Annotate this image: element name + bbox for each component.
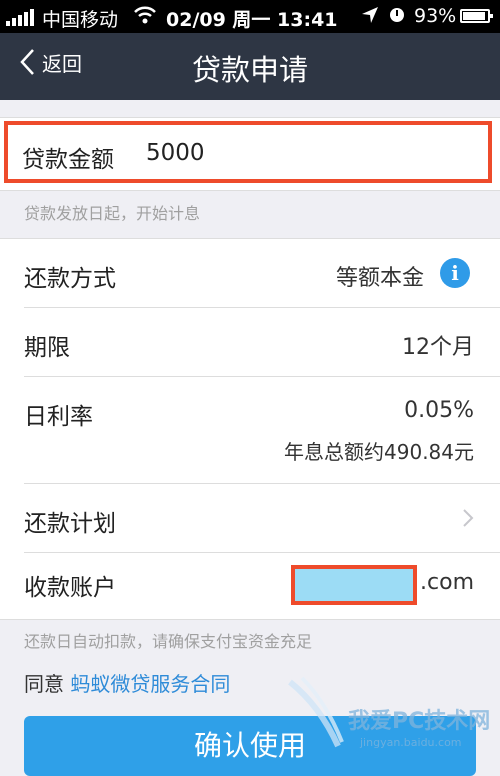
page-title: 贷款申请 <box>191 53 308 87</box>
watermark: 我爱PC技术网 jingyan.baidu.com <box>286 676 496 754</box>
amount-label: 贷款金额 <box>22 147 114 173</box>
account-suffix: .com <box>420 570 474 595</box>
battery-percent: 93% <box>414 5 457 27</box>
repayment-plan-row[interactable]: 还款计划 <box>0 484 500 552</box>
receiving-account-row: 收款账户 .com <box>0 553 500 619</box>
watermark-logo-icon: 我爱PC技术网 jingyan.baidu.com <box>288 676 490 749</box>
repayment-method-label: 还款方式 <box>24 266 116 292</box>
repayment-plan-label: 还款计划 <box>24 511 116 537</box>
daily-rate-value: 0.05% <box>404 398 474 423</box>
repayment-method-row[interactable]: 还款方式 等额本金 i <box>0 239 500 307</box>
amount-input[interactable]: 5000 <box>146 140 205 166</box>
term-label: 期限 <box>24 335 70 361</box>
wifi-icon <box>134 6 156 29</box>
masked-account-box <box>291 565 417 605</box>
info-icon[interactable]: i <box>440 258 470 288</box>
status-bar: 中国移动 02/09 周一 13:41 93% <box>0 0 500 33</box>
daily-rate-label: 日利率 <box>24 404 93 430</box>
agreement-prefix: 同意 <box>24 672 64 696</box>
annual-interest-text: 年息总额约490.84元 <box>284 440 474 464</box>
carrier-name: 中国移动 <box>42 9 119 31</box>
term-row: 期限 12个月 <box>0 308 500 376</box>
location-arrow-icon <box>361 6 379 29</box>
battery-icon <box>460 9 493 23</box>
chevron-right-icon <box>463 509 474 527</box>
alarm-clock-icon <box>390 8 404 22</box>
watermark-url: jingyan.baidu.com <box>359 736 462 749</box>
nav-bar: 返回 贷款申请 <box>0 33 500 100</box>
agreement-line: 同意 蚂蚁微贷服务合同 <box>24 668 230 697</box>
receiving-account-label: 收款账户 <box>24 575 116 601</box>
status-time: 02/09 周一 13:41 <box>166 9 338 31</box>
loan-details-list: 还款方式 等额本金 i 期限 12个月 日利率 0.05% 年息总额约490.8… <box>0 238 500 620</box>
term-value: 12个月 <box>402 335 474 360</box>
watermark-text: 我爱PC技术网 <box>348 709 490 734</box>
daily-rate-row: 日利率 0.05% 年息总额约490.84元 <box>0 377 500 483</box>
signal-icon <box>6 9 34 26</box>
amount-hint: 贷款发放日起，开始计息 <box>24 204 201 223</box>
amount-section: 贷款金额 5000 <box>0 117 500 191</box>
repayment-method-value: 等额本金 <box>335 266 424 291</box>
agreement-link[interactable]: 蚂蚁微贷服务合同 <box>70 672 230 696</box>
auto-debit-hint: 还款日自动扣款，请确保支付宝资金充足 <box>24 632 313 651</box>
